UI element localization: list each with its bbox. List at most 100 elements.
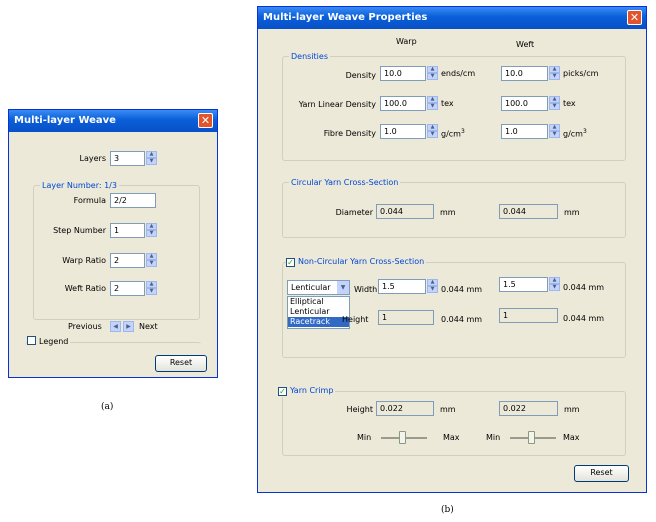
crimp-height-weft-value: 0.022 [499,401,558,416]
next-arrow-icon[interactable]: ▶ [123,321,134,332]
crimp-height-label: Height [346,405,373,414]
crimp-height-warp-value: 0.022 [376,401,434,416]
diameter-label: Diameter [335,208,373,217]
step-number-input[interactable]: 1 [110,223,145,238]
multilayer-weave-dialog: Multi-layer Weave ✕ Layers 3 ▲ ▼ Layer Nu… [8,109,218,378]
multilayer-weave-properties-dialog: Multi-layer Weave Properties ✕ Warp Weft… [257,6,647,493]
warp-ratio-input[interactable]: 2 [110,253,145,268]
width-weft-input[interactable]: 1.5 [499,277,548,292]
yarn-linear-warp-spinner[interactable]: ▲ ▼ [427,96,438,111]
layers-input[interactable]: 3 [110,151,145,166]
dialog-a-titlebar: Multi-layer Weave ✕ [9,110,217,132]
reset-button[interactable]: Reset [574,465,629,482]
yarn-linear-warp-input[interactable]: 100.0 [380,96,426,111]
density-warp-spinner[interactable]: ▲ ▼ [427,66,438,81]
caption-a: (a) [101,402,114,412]
legend-checkbox[interactable]: Legend [27,336,71,348]
fibre-warp-unit-base: g/cm [441,129,461,139]
shape-select[interactable]: Lenticular ▼ [287,280,350,295]
height-warp-value: 1 [378,310,434,325]
fibre-weft-unit-base: g/cm [563,129,583,139]
width-warp-unit: 0.044 mm [441,285,483,294]
yarn-linear-weft-input[interactable]: 100.0 [501,96,548,111]
previous-label: Previous [68,322,102,331]
width-weft-spinner[interactable]: ▲ ▼ [549,277,560,292]
warp-min-label: Min [357,433,372,442]
weft-min-label: Min [486,433,501,442]
fibre-weft-input[interactable]: 1.0 [501,124,548,139]
caption-b: (b) [441,505,454,515]
yarn-linear-warp-unit: tex [441,99,454,108]
non-circular-checkbox-box[interactable]: ✓ [286,258,295,267]
fibre-density-label: Fibre Density [323,129,376,138]
layer-number-label: Layer Number: 1/3 [40,180,119,191]
formula-input[interactable]: 2/2 [110,193,156,208]
yarn-linear-weft-spinner[interactable]: ▲ ▼ [549,96,560,111]
warp-max-label: Max [443,433,460,442]
weft-max-label: Max [563,433,580,442]
fibre-weft-unit-exponent: 3 [582,128,587,135]
shape-dropdown-overlay [287,296,350,329]
diameter-warp-value: 0.044 [376,204,434,219]
yarn-crimp-checkbox[interactable]: ✓ Yarn Crimp [278,385,336,397]
height-weft-value: 1 [499,308,558,323]
weft-crimp-slider-thumb[interactable] [528,431,535,444]
crimp-height-weft-unit: mm [564,405,580,414]
yarn-linear-weft-unit: tex [563,99,576,108]
shape-select-value: Lenticular [291,283,331,292]
circular-cross-section-label: Circular Yarn Cross-Section [289,177,401,188]
warp-ratio-label: Warp Ratio [62,256,106,265]
close-icon[interactable]: ✕ [627,10,642,25]
yarn-crimp-checkbox-label: Yarn Crimp [290,386,334,395]
fibre-warp-input[interactable]: 1.0 [380,124,426,139]
legend-checkbox-box[interactable] [27,336,36,345]
step-number-label: Step Number [53,226,106,235]
legend-checkbox-label: Legend [39,337,69,346]
previous-arrow-icon[interactable]: ◀ [110,321,121,332]
formula-label: Formula [73,196,106,205]
warp-ratio-spinner[interactable]: ▲ ▼ [146,253,157,268]
density-weft-spinner[interactable]: ▲ ▼ [549,66,560,81]
fibre-weft-spinner[interactable]: ▲ ▼ [549,124,560,139]
layers-label: Layers [79,154,106,163]
width-warp-input[interactable]: 1.5 [378,279,426,294]
close-icon[interactable]: ✕ [198,113,213,128]
weft-ratio-label: Weft Ratio [64,284,106,293]
height-weft-unit: 0.044 mm [563,314,605,323]
warp-crimp-slider-thumb[interactable] [399,431,406,444]
dialog-b-title: Multi-layer Weave Properties [263,12,428,23]
warp-column-header: Warp [396,37,417,46]
density-warp-unit: ends/cm [441,69,476,78]
dialog-a-title: Multi-layer Weave [14,115,116,126]
layers-spinner[interactable]: ▲ ▼ [146,151,157,166]
next-label: Next [139,322,158,331]
dialog-b-titlebar: Multi-layer Weave Properties ✕ [258,7,646,29]
weft-column-header: Weft [516,40,535,49]
density-warp-input[interactable]: 10.0 [380,66,426,81]
yarn-crimp-group [282,391,626,456]
yarn-linear-density-label: Yarn Linear Density [298,100,376,109]
fibre-warp-spinner[interactable]: ▲ ▼ [427,124,438,139]
diameter-weft-unit: mm [564,208,580,217]
crimp-height-warp-unit: mm [440,405,456,414]
density-weft-unit: picks/cm [563,69,599,78]
densities-label: Densities [289,51,330,62]
fibre-warp-unit-exponent: 3 [460,128,465,135]
width-warp-spinner[interactable]: ▲ ▼ [427,279,438,294]
non-circular-checkbox[interactable]: ✓ Non-Circular Yarn Cross-Section [286,256,427,268]
step-number-spinner[interactable]: ▲ ▼ [146,223,157,238]
diameter-warp-unit: mm [440,208,456,217]
diameter-weft-value: 0.044 [499,204,558,219]
chevron-down-icon[interactable]: ▼ [337,281,349,294]
fibre-warp-unit: g/cm3 [441,126,465,141]
weft-ratio-input[interactable]: 2 [110,281,145,296]
weft-ratio-spinner[interactable]: ▲ ▼ [146,281,157,296]
yarn-crimp-checkbox-box[interactable]: ✓ [278,387,287,396]
reset-button[interactable]: Reset [155,355,207,372]
width-weft-unit: 0.044 mm [563,283,605,292]
height-warp-unit: 0.044 mm [441,315,483,324]
density-label: Density [345,71,376,80]
density-weft-input[interactable]: 10.0 [501,66,548,81]
width-label: Width [354,285,378,294]
fibre-weft-unit: g/cm3 [563,126,587,141]
